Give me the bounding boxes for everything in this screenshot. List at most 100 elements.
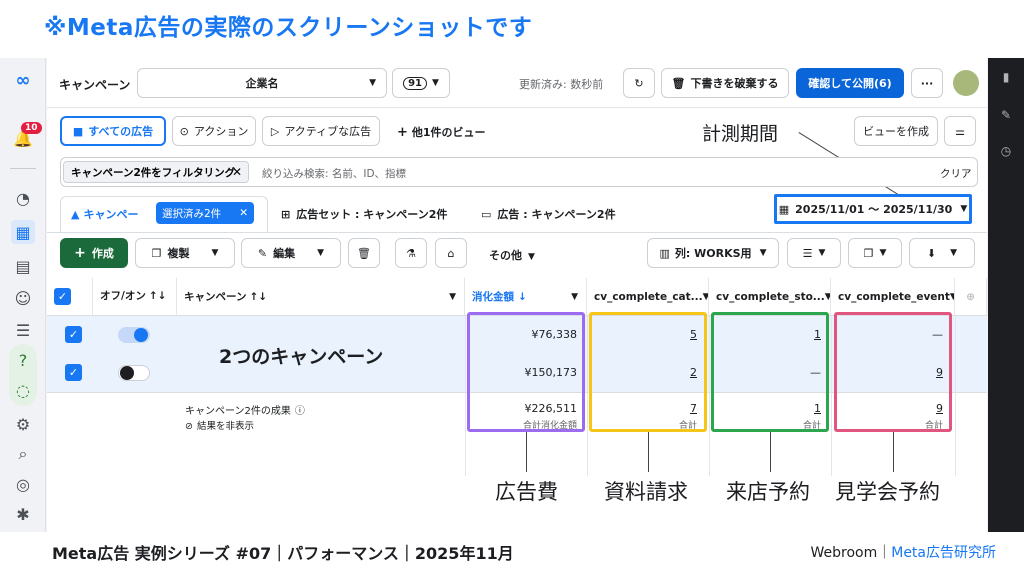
calendar-icon: ▦ — [778, 202, 790, 216]
publish-button[interactable]: 確認して公開(6) — [796, 68, 904, 98]
footer-brand-accent: Meta広告研究所 — [891, 545, 996, 561]
toggle-knob — [134, 328, 148, 342]
chart-icon[interactable]: ▮ — [999, 70, 1013, 84]
export-button[interactable]: ⬇ ▼ — [909, 238, 975, 268]
refresh-button[interactable]: ↻ — [623, 68, 655, 98]
search-icon[interactable]: ⌕ — [11, 442, 35, 466]
chevron-down-icon[interactable]: ▼ — [317, 248, 324, 258]
left-nav: ∞ 🔔 10 ◔ ▦ ▤ ☺ ☰ ? ◌ ⚙ ⌕ ◎ ✱ — [0, 58, 46, 532]
send-icon: ▷ — [270, 124, 280, 138]
hidden-results-label: 結果を非表示 — [196, 421, 254, 432]
create-button[interactable]: + 作成 — [60, 238, 128, 268]
header-spend-label: 消化金額 — [472, 291, 514, 303]
row-toggle-off[interactable] — [118, 365, 150, 381]
add-column-icon[interactable]: ⊕ — [955, 278, 987, 316]
delete-button[interactable]: 🗑 — [348, 238, 380, 268]
chevron-down-icon[interactable]: ▼ — [211, 248, 218, 258]
column-divider — [831, 316, 832, 476]
trash-icon: 🗑 — [671, 76, 686, 90]
settings-sliders-button[interactable]: ⚌ — [944, 116, 976, 146]
chat-icon[interactable]: ◌ — [11, 378, 35, 402]
header-onoff[interactable]: オフ/オン ↑↓ — [93, 278, 177, 316]
discard-draft-button[interactable]: 🗑 下書きを破棄する — [661, 68, 789, 98]
selected-chip[interactable]: 選択済み2件 ✕ — [156, 202, 254, 224]
columns-button[interactable]: ▥ 列: WORKS用 ▼ — [647, 238, 779, 268]
edit-button[interactable]: ✎ 編集 ▼ — [241, 238, 341, 268]
table-icon[interactable]: ▦ — [11, 220, 35, 244]
other-views-link[interactable]: + 他1件のビュー — [397, 124, 486, 140]
eye-off-icon: ⊘ — [185, 421, 193, 432]
download-icon: ⬇ — [926, 246, 937, 260]
more-button[interactable]: ··· — [911, 68, 943, 98]
clock-icon[interactable]: ◷ — [999, 144, 1013, 158]
close-icon[interactable]: ✕ — [232, 165, 242, 179]
reports-button[interactable]: ❐ ▼ — [848, 238, 902, 268]
gauge-icon[interactable]: ◔ — [11, 186, 35, 210]
callout-line-spend — [526, 432, 527, 472]
column-divider — [955, 316, 956, 476]
main-panel: キャンペーン 企業名 ▼ 91 ▼ 更新済み: 数秒前 ↻ 🗑 下書きを破棄する… — [47, 58, 987, 532]
header-cv-event[interactable]: cv_complete_event▼ — [831, 278, 955, 316]
filter-chip[interactable]: キャンペーン2件をフィルタリング ✕ — [63, 161, 249, 183]
date-range-label: 2025/11/01 〜 2025/11/30 — [795, 203, 953, 216]
tab-adset[interactable]: ⊞ 広告セット : キャンペーン2件 — [281, 206, 447, 222]
toggle-knob — [120, 366, 134, 380]
refresh-icon: ↻ — [634, 76, 644, 90]
audience-icon[interactable]: ☺ — [11, 286, 35, 310]
view-action[interactable]: ⊙ アクション — [172, 116, 256, 146]
header-cv-cat[interactable]: cv_complete_cat... ▼ — [587, 278, 709, 316]
pencil-icon: ✎ — [257, 246, 268, 260]
count-badge: 91 — [403, 76, 427, 90]
action-icon: ⊙ — [179, 124, 189, 138]
breakdown-button[interactable]: ☰ ▼ — [787, 238, 841, 268]
gear-icon[interactable]: ⚙ — [11, 412, 35, 436]
close-icon[interactable]: ✕ — [239, 207, 248, 219]
select-all-checkbox[interactable]: ✓ — [54, 288, 71, 305]
info-icon[interactable]: ⓘ — [295, 406, 305, 417]
filter-clear[interactable]: クリア — [940, 166, 972, 181]
row-checkbox[interactable]: ✓ — [65, 326, 82, 343]
bug-icon[interactable]: ✱ — [11, 502, 35, 526]
columns-label: 列: WORKS用 — [674, 247, 752, 260]
test-button[interactable]: ⚗ — [395, 238, 427, 268]
count-selector[interactable]: 91 ▼ — [392, 68, 450, 98]
account-selector[interactable]: 企業名 ▼ — [137, 68, 387, 98]
headset-icon[interactable]: ◎ — [11, 472, 35, 496]
date-range-picker[interactable]: ▦ 2025/11/01 〜 2025/11/30 ▼ — [774, 194, 972, 224]
pencil-icon[interactable]: ✎ — [999, 108, 1013, 122]
row-toggle-on[interactable] — [118, 327, 150, 343]
header-onoff-label: オフ/オン — [100, 290, 146, 302]
tab-ad[interactable]: ▭ 広告 : キャンペーン2件 — [481, 206, 616, 222]
help-icon[interactable]: ? — [11, 348, 35, 372]
avatar[interactable] — [953, 70, 979, 96]
filter-placeholder[interactable]: 絞り込み検索: 名前、ID、指標 — [262, 166, 406, 181]
view-all-ads[interactable]: ■ すべての広告 — [60, 116, 166, 146]
header-campaign[interactable]: キャンペーン ↑↓ ▼ — [177, 278, 465, 316]
view-active-ads[interactable]: ▷ アクティブな広告 — [262, 116, 380, 146]
sort-icon: ↑↓ — [148, 290, 167, 302]
row-checkbox[interactable]: ✓ — [65, 364, 82, 381]
header-bar: キャンペーン 企業名 ▼ 91 ▼ 更新済み: 数秒前 ↻ 🗑 下書きを破棄する… — [47, 58, 987, 108]
header-spend[interactable]: 消化金額 ↓ ▼ — [465, 278, 587, 316]
header-cv-sto[interactable]: cv_complete_sto...▼ — [709, 278, 831, 316]
column-divider — [587, 316, 588, 476]
menu-icon[interactable]: ☰ — [11, 318, 35, 342]
create-view-button[interactable]: ビューを作成 — [854, 116, 938, 146]
chevron-down-icon: ▼ — [960, 204, 968, 214]
report-icon: ❐ — [863, 246, 874, 260]
create-label: 作成 — [91, 247, 114, 260]
chevron-down-icon: ▼ — [950, 248, 958, 258]
duplicate-button[interactable]: ❐ 複製 ▼ — [135, 238, 235, 268]
callout-docs: 資料請求 — [604, 480, 688, 504]
chevron-down-icon: ▼ — [432, 78, 439, 88]
footer-brand-name: Webroom｜ — [810, 545, 892, 561]
tab-campaign-text: キャンペー — [83, 208, 139, 221]
other-menu[interactable]: その他 ▼ — [489, 247, 535, 263]
pages-icon[interactable]: ▤ — [11, 254, 35, 278]
sort-icon: ↑↓ — [249, 290, 268, 303]
hidden-results[interactable]: ⊘ 結果を非表示 — [185, 418, 254, 432]
highlight-tour-box — [834, 312, 952, 432]
tag-button[interactable]: ⌂ — [435, 238, 467, 268]
plus-icon: + — [397, 125, 408, 140]
meta-logo-icon: ∞ — [15, 69, 31, 91]
